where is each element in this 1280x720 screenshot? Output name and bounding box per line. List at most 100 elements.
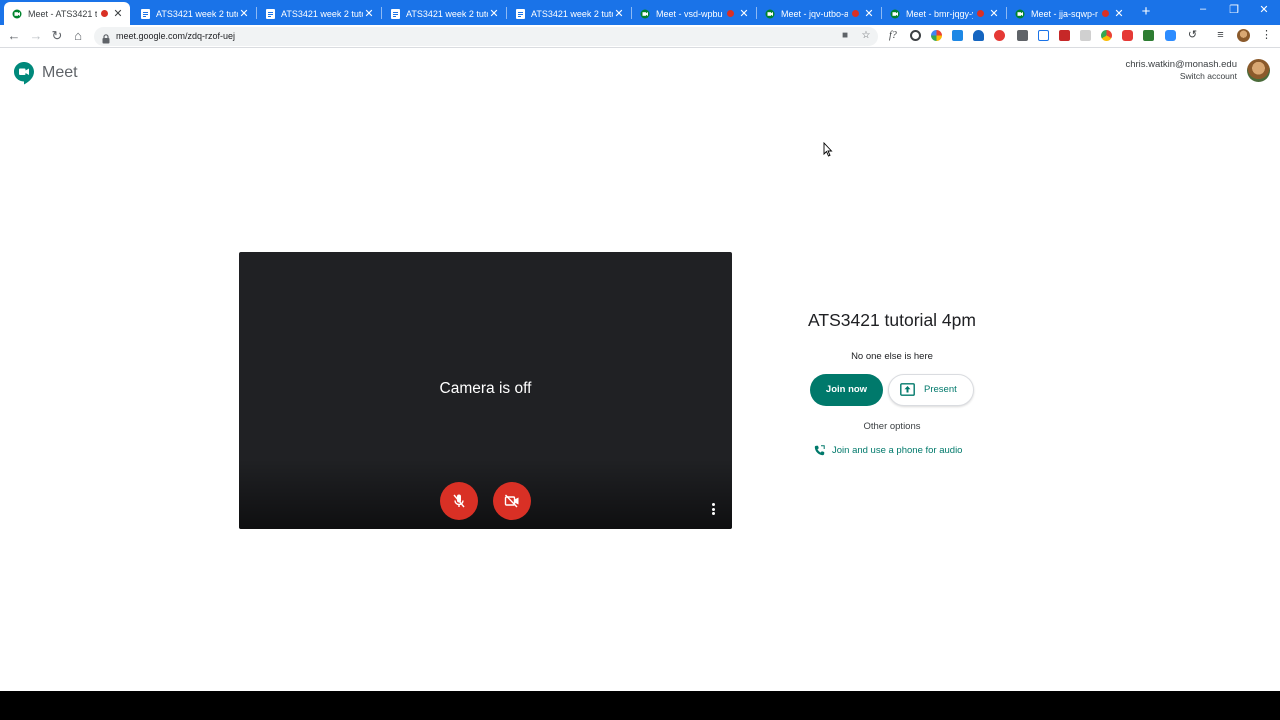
camera-icon[interactable]: ■ [839,30,851,42]
participants-status: No one else is here [851,351,933,362]
present-screen-icon [900,383,915,396]
logo-text: Meet [42,64,78,81]
menu-icon[interactable]: ⋮ [1261,30,1272,41]
opera-icon[interactable] [994,30,1005,41]
close-icon[interactable]: ✕ [488,7,500,20]
avatar[interactable] [1247,59,1270,82]
tab-docs-2[interactable]: ATS3421 week 2 tutoria ✕ [257,2,381,25]
tab-meet-5[interactable]: Meet - jja-sqwp-m ✕ [1007,2,1131,25]
tab-meet-4[interactable]: Meet - bmr-jqgy-yl ✕ [882,2,1006,25]
camera-status-text: Camera is off [439,380,532,397]
account-info[interactable]: chris.watkin@monash.edu Switch account [1125,59,1237,81]
reload-icon[interactable]: ↻ [49,28,65,44]
video-preview: Camera is off [239,252,732,529]
color-wheel-icon[interactable] [931,30,942,41]
tab-title: Meet - vsd-wpbu-f [656,8,723,19]
meet-icon [640,9,650,19]
meet-logo-icon [14,62,34,85]
screen-icon[interactable] [952,30,963,41]
star-icon[interactable]: ☆ [860,30,872,42]
close-icon[interactable]: ✕ [988,7,1000,20]
mouse-cursor-icon [823,142,833,157]
tab-bar: Meet - ATS3421 tu ✕ ATS3421 week 2 tutor… [0,0,1280,25]
tab-title: ATS3421 week 2 tutoria [406,8,488,19]
tab-docs-3[interactable]: ATS3421 week 2 tutoria ✕ [382,2,506,25]
loop-icon[interactable]: ↺ [1187,30,1198,41]
recording-icon [852,10,859,17]
meet-page: Meet chris.watkin@monash.edu Switch acco… [0,48,1280,691]
tab-title: Meet - bmr-jqgy-yl [906,8,973,19]
meet-icon [12,9,22,19]
forward-icon[interactable]: → [28,28,44,44]
back-icon[interactable]: ← [6,28,22,44]
meet-icon [1015,9,1025,19]
close-icon[interactable]: ✕ [613,7,625,20]
address-bar[interactable]: meet.google.com/zdq-rzof-uej ■ ☆ [94,27,878,46]
restore-icon[interactable]: ❐ [1224,3,1244,16]
minimize-icon[interactable]: – [1193,3,1213,15]
tab-docs-4[interactable]: ATS3421 week 2 tutoria ✕ [507,2,631,25]
phone-label: Join and use a phone for audio [832,445,963,456]
camera-toggle-button[interactable] [493,482,531,520]
more-options-icon[interactable] [710,503,716,517]
graduation-icon[interactable] [973,30,984,41]
chrome-icon[interactable] [1101,30,1112,41]
meet-icon [765,9,775,19]
other-options-label: Other options [863,421,921,432]
mic-off-icon [453,494,465,508]
lock-icon [102,31,110,49]
tab-title: Meet - jja-sqwp-m [1031,8,1098,19]
close-icon[interactable]: ✕ [738,7,750,20]
tab-meet-2[interactable]: Meet - vsd-wpbu-f ✕ [632,2,756,25]
recording-icon [977,10,984,17]
close-icon[interactable]: ✕ [112,7,124,20]
join-now-button[interactable]: Join now [810,374,883,406]
docs-icon [265,8,275,19]
account-email: chris.watkin@monash.edu [1125,59,1237,70]
url-text: meet.google.com/zdq-rzof-uej [116,31,236,41]
camera-off-icon [504,494,519,508]
profile-icon[interactable] [1237,29,1250,42]
meeting-title: ATS3421 tutorial 4pm [808,310,976,330]
puzzle-icon[interactable] [1080,30,1091,41]
close-icon[interactable]: ✕ [863,7,875,20]
microphone-toggle-button[interactable] [440,482,478,520]
present-button[interactable]: Present [888,374,974,406]
tab-title: ATS3421 week 2 tutoria [531,8,613,19]
grammarly-icon[interactable] [1143,30,1154,41]
window-close-icon[interactable]: ✕ [1254,3,1274,16]
recording-icon [727,10,734,17]
browser-toolbar: ← → ↻ ⌂ meet.google.com/zdq-rzof-uej ■ ☆… [0,25,1280,48]
new-tab-button[interactable]: + [1138,3,1154,20]
meet-logo[interactable]: Meet [13,61,78,85]
join-by-phone-link[interactable]: Join and use a phone for audio [814,445,962,456]
recording-icon [1102,10,1109,17]
tab-meet-active[interactable]: Meet - ATS3421 tu ✕ [4,2,130,25]
video-gradient [239,459,732,529]
docs-icon [140,8,150,19]
docs-icon [390,8,400,19]
translate-icon[interactable] [1038,30,1049,41]
recording-icon [101,10,108,17]
tab-title: Meet - jqv-utbo-ax [781,8,848,19]
switch-account-link[interactable]: Switch account [1125,71,1237,81]
reading-list-icon[interactable]: ≡ [1215,30,1226,41]
youtube-icon[interactable] [1122,30,1133,41]
tab-title: ATS3421 week 2 tutoria [156,8,238,19]
docs-icon [515,8,525,19]
zoom-ext-icon[interactable] [1165,30,1176,41]
tab-docs-1[interactable]: ATS3421 week 2 tutoria ✕ [132,2,256,25]
tab-meet-3[interactable]: Meet - jqv-utbo-ax ✕ [757,2,881,25]
tab-title: Meet - ATS3421 tu [28,8,97,19]
tab-title: ATS3421 week 2 tutoria [281,8,363,19]
shield-icon[interactable] [1059,30,1070,41]
home-icon[interactable]: ⌂ [70,28,86,44]
zoom-icon[interactable] [910,30,921,41]
close-icon[interactable]: ✕ [1113,7,1125,20]
close-icon[interactable]: ✕ [363,7,375,20]
present-label: Present [924,384,957,395]
close-icon[interactable]: ✕ [238,7,250,20]
formula-icon[interactable]: f? [889,30,900,41]
meet-icon [890,9,900,19]
extension-badge-icon[interactable] [1017,30,1028,41]
